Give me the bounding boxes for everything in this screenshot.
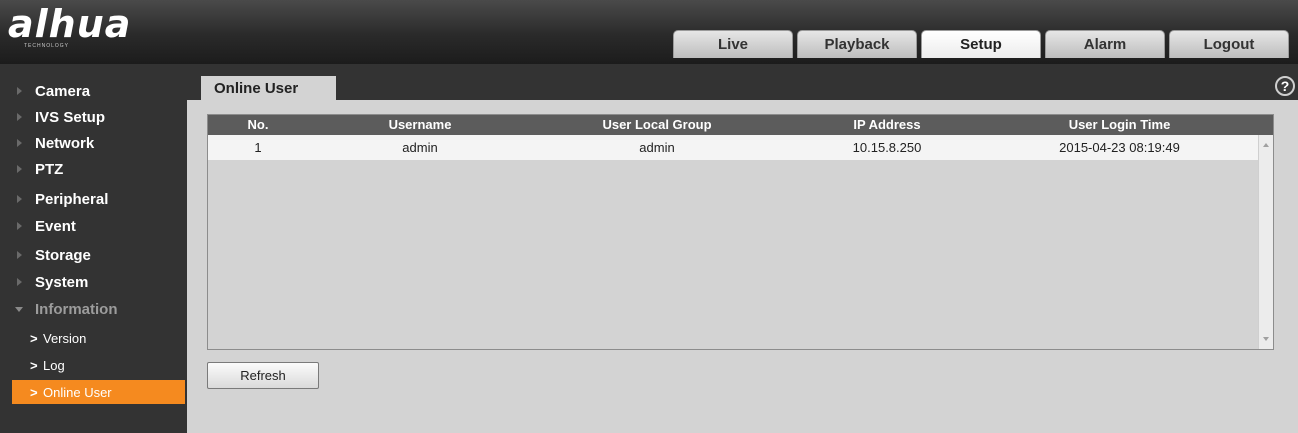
sidebar-item-label: Network — [35, 134, 95, 152]
main-content: Online User ? No. Username User Local Gr… — [187, 64, 1298, 433]
sidebar: Camera IVS Setup Network PTZ Peripheral … — [0, 64, 187, 433]
tab-playback[interactable]: Playback — [797, 30, 917, 58]
top-header: alhua TECHNOLOGY Live Playback Setup Ala… — [0, 0, 1298, 64]
sidebar-item-label: Camera — [35, 82, 91, 100]
sidebar-item-label: PTZ — [35, 160, 64, 178]
sidebar-item-label: IVS Setup — [35, 108, 106, 126]
logo-subtext: TECHNOLOGY — [24, 43, 70, 49]
sidebar-item-label: Information — [35, 300, 118, 318]
scroll-down-icon[interactable] — [1263, 337, 1269, 341]
chevron-right-icon — [17, 278, 22, 286]
help-icon[interactable]: ? — [1275, 76, 1295, 96]
sidebar-subitem-label: Online User — [43, 384, 112, 400]
tab-alarm[interactable]: Alarm — [1045, 30, 1165, 58]
column-header-user-login-time: User Login Time — [1068, 117, 1171, 132]
chevron-right-icon: > — [30, 384, 38, 400]
chevron-right-icon: > — [30, 330, 38, 346]
sidebar-item-information[interactable]: Information — [0, 296, 187, 322]
column-header-user-local-group: User Local Group — [602, 117, 712, 132]
chevron-right-icon — [17, 139, 22, 147]
table-header: No. Username User Local Group IP Address… — [208, 115, 1273, 135]
tab-setup[interactable]: Setup — [921, 30, 1041, 58]
tab-live[interactable]: Live — [673, 30, 793, 58]
online-user-table: No. Username User Local Group IP Address… — [207, 114, 1274, 350]
sidebar-item-peripheral[interactable]: Peripheral — [0, 186, 187, 212]
sidebar-item-ptz[interactable]: PTZ — [0, 156, 187, 182]
sidebar-item-ivs-setup[interactable]: IVS Setup — [0, 104, 187, 130]
sidebar-item-event[interactable]: Event — [0, 213, 187, 239]
sidebar-subitem-label: Log — [43, 357, 65, 373]
scroll-up-icon[interactable] — [1263, 143, 1269, 147]
cell-no: 1 — [254, 140, 262, 155]
chevron-right-icon — [17, 165, 22, 173]
chevron-right-icon: > — [30, 357, 38, 373]
refresh-button[interactable]: Refresh — [207, 362, 319, 389]
chevron-right-icon — [17, 222, 22, 230]
chevron-right-icon — [17, 195, 22, 203]
sidebar-item-camera[interactable]: Camera — [0, 78, 187, 104]
tab-logout[interactable]: Logout — [1169, 30, 1289, 58]
sidebar-item-system[interactable]: System — [0, 269, 187, 295]
sidebar-item-label: Event — [35, 217, 76, 235]
dahua-logo: alhua TECHNOLOGY — [8, 3, 168, 49]
sidebar-subitem-version[interactable]: > Version — [12, 326, 185, 350]
sidebar-item-label: Peripheral — [35, 190, 109, 208]
chevron-right-icon — [17, 87, 22, 95]
column-header-no: No. — [247, 117, 269, 132]
logo-text: alhua — [8, 2, 132, 46]
column-header-username: Username — [388, 117, 452, 132]
chevron-right-icon — [17, 251, 22, 259]
sidebar-subitem-label: Version — [43, 330, 87, 346]
chevron-right-icon — [17, 113, 22, 121]
tab-online-user[interactable]: Online User — [201, 76, 336, 100]
sidebar-item-label: Storage — [35, 246, 91, 264]
sidebar-subitem-log[interactable]: > Log — [12, 353, 185, 377]
table-row[interactable]: 1 admin admin 10.15.8.250 2015-04-23 08:… — [208, 135, 1258, 160]
sidebar-item-storage[interactable]: Storage — [0, 242, 187, 268]
cell-username: admin — [402, 140, 438, 155]
table-scrollbar[interactable] — [1258, 135, 1273, 349]
cell-user-local-group: admin — [639, 140, 675, 155]
sidebar-item-label: System — [35, 273, 89, 291]
sidebar-subitem-online-user[interactable]: > Online User — [12, 380, 185, 404]
cell-user-login-time: 2015-04-23 08:19:49 — [1059, 140, 1180, 155]
sidebar-item-network[interactable]: Network — [0, 130, 187, 156]
page-tab-bar: Online User ? — [187, 64, 1298, 100]
chevron-down-icon — [15, 306, 23, 312]
column-header-ip-address: IP Address — [853, 117, 921, 132]
cell-ip-address: 10.15.8.250 — [852, 140, 922, 155]
